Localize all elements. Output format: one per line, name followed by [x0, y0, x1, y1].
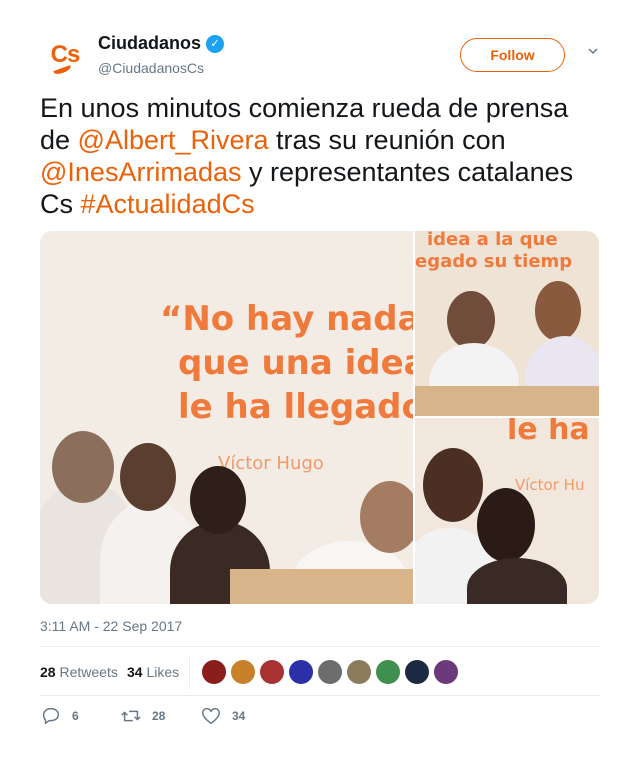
tweet-actions: 6 28 34	[40, 705, 600, 729]
tweet-text-segment: tras su reunión con	[268, 125, 506, 155]
account-handle[interactable]: @CiudadanosCs	[98, 60, 224, 76]
ciudadanos-logo-icon: Cs	[51, 41, 80, 76]
photo-quote-author: Víctor Hu	[515, 476, 585, 494]
reply-count: 6	[72, 709, 79, 723]
tweet-text: En unos minutos comienza rueda de prensa…	[40, 92, 600, 220]
verified-badge-icon: ✓	[206, 34, 225, 53]
photo-quote-line: “No hay nada	[160, 299, 413, 339]
mention-link[interactable]: @Albert_Rivera	[78, 125, 269, 155]
person-head	[360, 481, 413, 553]
tweet-media-grid[interactable]: “No hay nada que una idea le ha llegado …	[40, 231, 599, 604]
heart-icon	[202, 707, 220, 725]
person-head	[535, 281, 581, 341]
like-count: 34	[232, 709, 246, 723]
liker-avatar-7[interactable]	[375, 659, 401, 685]
tweet-card: Cs Ciudadanos ✓ @CiudadanosCs Follow En …	[0, 0, 640, 757]
likes-stat[interactable]: 34 Likes	[127, 664, 179, 680]
account-avatar[interactable]: Cs	[40, 30, 90, 80]
photo-quote-line: le ha llegado	[178, 387, 413, 427]
person-head	[477, 488, 535, 562]
account-display-name: Ciudadanos	[98, 33, 202, 53]
retweets-label: Retweets	[59, 664, 118, 680]
meeting-table	[415, 386, 599, 416]
likes-count: 34	[127, 664, 143, 680]
person-head	[190, 466, 246, 534]
person-head	[423, 448, 483, 522]
hashtag-link[interactable]: #ActualidadCs	[81, 189, 255, 219]
liker-avatar-9[interactable]	[433, 659, 459, 685]
photo-quote-line: egado su tiemp	[415, 251, 573, 272]
liker-avatar-1[interactable]	[201, 659, 227, 685]
tweet-header: Cs Ciudadanos ✓ @CiudadanosCs Follow	[40, 30, 600, 80]
photo-main[interactable]: “No hay nada que una idea le ha llegado …	[40, 231, 413, 604]
follow-button[interactable]: Follow	[460, 38, 565, 72]
liker-avatar-8[interactable]	[404, 659, 430, 685]
reply-icon	[42, 707, 60, 725]
person-head	[447, 291, 495, 349]
liker-avatar-6[interactable]	[346, 659, 372, 685]
photo-bottom-right[interactable]: le ha Víctor Hu	[415, 418, 599, 604]
photo-quote-line: le ha	[507, 418, 590, 447]
meeting-table	[230, 569, 413, 604]
photo-top-right[interactable]: idea a la que egado su tiemp	[415, 231, 599, 416]
photo-quote-line: que una idea	[178, 343, 413, 383]
retweets-count: 28	[40, 664, 56, 680]
photo-quote-line: idea a la que	[427, 231, 558, 250]
retweet-icon	[121, 710, 141, 722]
chevron-down-icon[interactable]	[588, 46, 598, 56]
tweet-timestamp[interactable]: 3:11 AM - 22 Sep 2017	[40, 618, 182, 634]
account-name-block: Ciudadanos ✓ @CiudadanosCs	[98, 33, 225, 76]
photo-quote-author: Víctor Hugo	[218, 453, 324, 474]
retweet-button[interactable]: 28	[120, 705, 165, 727]
liker-avatar-5[interactable]	[317, 659, 343, 685]
likes-label: Likes	[146, 664, 180, 680]
liker-avatar-2[interactable]	[230, 659, 256, 685]
liker-avatar-3[interactable]	[259, 659, 285, 685]
mention-link[interactable]: @InesArrimadas	[40, 157, 241, 187]
stats-divider	[189, 655, 190, 689]
reply-button[interactable]: 6	[40, 705, 79, 727]
tweet-stats: 28 Retweets 34 Likes	[40, 646, 600, 696]
retweets-stat[interactable]: 28 Retweets	[40, 664, 118, 680]
liker-avatar-4[interactable]	[288, 659, 314, 685]
person-head	[120, 443, 176, 511]
like-button[interactable]: 34	[200, 705, 245, 727]
person-head	[52, 431, 114, 503]
account-display-name-row[interactable]: Ciudadanos ✓	[98, 33, 225, 54]
retweet-count: 28	[152, 709, 166, 723]
